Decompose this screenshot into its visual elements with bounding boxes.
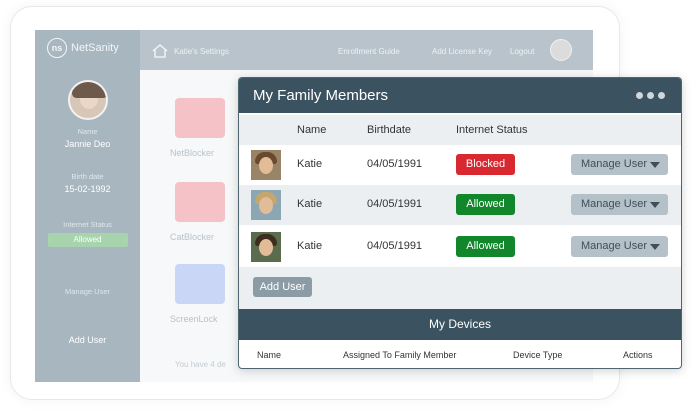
screenlock-icon[interactable] <box>175 264 225 304</box>
column-birthdate: Birthdate <box>367 124 412 136</box>
logout-link[interactable]: Logout <box>510 47 534 56</box>
add-license-key-link[interactable]: Add License Key <box>432 47 492 56</box>
profile-name: Jannie Deo <box>64 139 111 149</box>
my-devices-header: My Devices <box>239 309 681 340</box>
enrollment-guide-link[interactable]: Enrollment Guide <box>338 47 400 56</box>
logo-mark: ns <box>47 38 67 58</box>
settings-title: Katie's Settings <box>174 47 229 56</box>
netblocker-label: NetBlocker <box>170 148 215 158</box>
catblocker-label: CatBlocker <box>170 232 215 242</box>
catblocker-icon[interactable] <box>175 182 225 222</box>
member-name: Katie <box>297 198 323 210</box>
user-avatar[interactable] <box>550 39 572 61</box>
manage-user-dropdown[interactable]: Manage User <box>571 236 668 257</box>
manage-user-dropdown[interactable]: Manage User <box>571 194 668 215</box>
chevron-down-icon <box>650 202 660 208</box>
brand-name: NetSanity <box>71 42 119 54</box>
column-internet-status: Internet Status <box>456 124 528 136</box>
netblocker-icon[interactable] <box>175 98 225 138</box>
manage-user-label: Manage User <box>581 198 648 210</box>
more-options-icon[interactable] <box>636 92 665 99</box>
add-user-button[interactable]: Add User <box>253 277 312 297</box>
status-label: Internet Status <box>63 220 112 229</box>
manage-user-label: Manage User <box>581 240 648 252</box>
profile-avatar <box>68 80 108 120</box>
background-header: Katie's Settings Enrollment Guide Add Li… <box>140 30 593 70</box>
member-name: Katie <box>297 240 323 252</box>
profile-birthdate: 15-02-1992 <box>64 184 111 194</box>
member-birthdate: 04/05/1991 <box>367 198 423 210</box>
profile-status-badge: Allowed <box>47 233 128 247</box>
profile-status-field: Internet Status Allowed <box>35 220 140 247</box>
screenlock-label: ScreenLock <box>170 314 218 324</box>
member-birthdate: 04/05/1991 <box>367 240 423 252</box>
member-photo <box>251 232 281 262</box>
birthdate-label: Birth date <box>71 172 104 181</box>
member-name: Katie <box>297 158 323 170</box>
chevron-down-icon <box>650 162 660 168</box>
device-column-assigned: Assigned To Family Member <box>343 350 457 360</box>
device-column-type: Device Type <box>513 350 563 360</box>
background-sidebar: ns NetSanity Name Jannie Deo Birth date … <box>35 30 140 382</box>
card-title: My Family Members <box>253 87 389 104</box>
family-members-card: My Family Members Name Birthdate Interne… <box>238 77 682 369</box>
device-column-name: Name <box>257 350 282 360</box>
profile-name-field: Name Jannie Deo <box>35 127 140 149</box>
bg-manage-user-label: Manage User <box>64 287 111 296</box>
table-row: Katie 04/05/1991 Blocked Manage User <box>239 145 681 185</box>
devices-table-header: Name Assigned To Family Member Device Ty… <box>239 340 681 368</box>
card-header: My Family Members <box>239 78 681 113</box>
manage-user-dropdown[interactable]: Manage User <box>571 154 668 175</box>
bg-manage-user-link[interactable]: Manage User <box>35 287 140 296</box>
chevron-down-icon <box>650 244 660 250</box>
device-column-actions: Actions <box>623 350 653 360</box>
home-icon[interactable] <box>152 44 168 60</box>
netsanity-logo: ns NetSanity <box>47 38 119 58</box>
member-photo <box>251 150 281 180</box>
table-row: Katie 04/05/1991 Allowed Manage User <box>239 227 681 267</box>
bg-add-user-link[interactable]: Add User <box>35 332 140 345</box>
member-photo <box>251 190 281 220</box>
member-birthdate: 04/05/1991 <box>367 158 423 170</box>
column-name: Name <box>297 124 327 136</box>
name-label: Name <box>77 127 98 136</box>
table-row: Katie 04/05/1991 Allowed Manage User <box>239 185 681 225</box>
status-badge: Allowed <box>456 236 515 257</box>
devices-count-text: You have 4 de <box>175 360 226 369</box>
status-badge: Blocked <box>456 154 515 175</box>
profile-birthdate-field: Birth date 15-02-1992 <box>35 172 140 194</box>
bg-add-user-label: Add User <box>68 335 107 345</box>
status-badge: Allowed <box>456 194 515 215</box>
members-table-header: Name Birthdate Internet Status <box>239 115 681 145</box>
manage-user-label: Manage User <box>581 158 648 170</box>
